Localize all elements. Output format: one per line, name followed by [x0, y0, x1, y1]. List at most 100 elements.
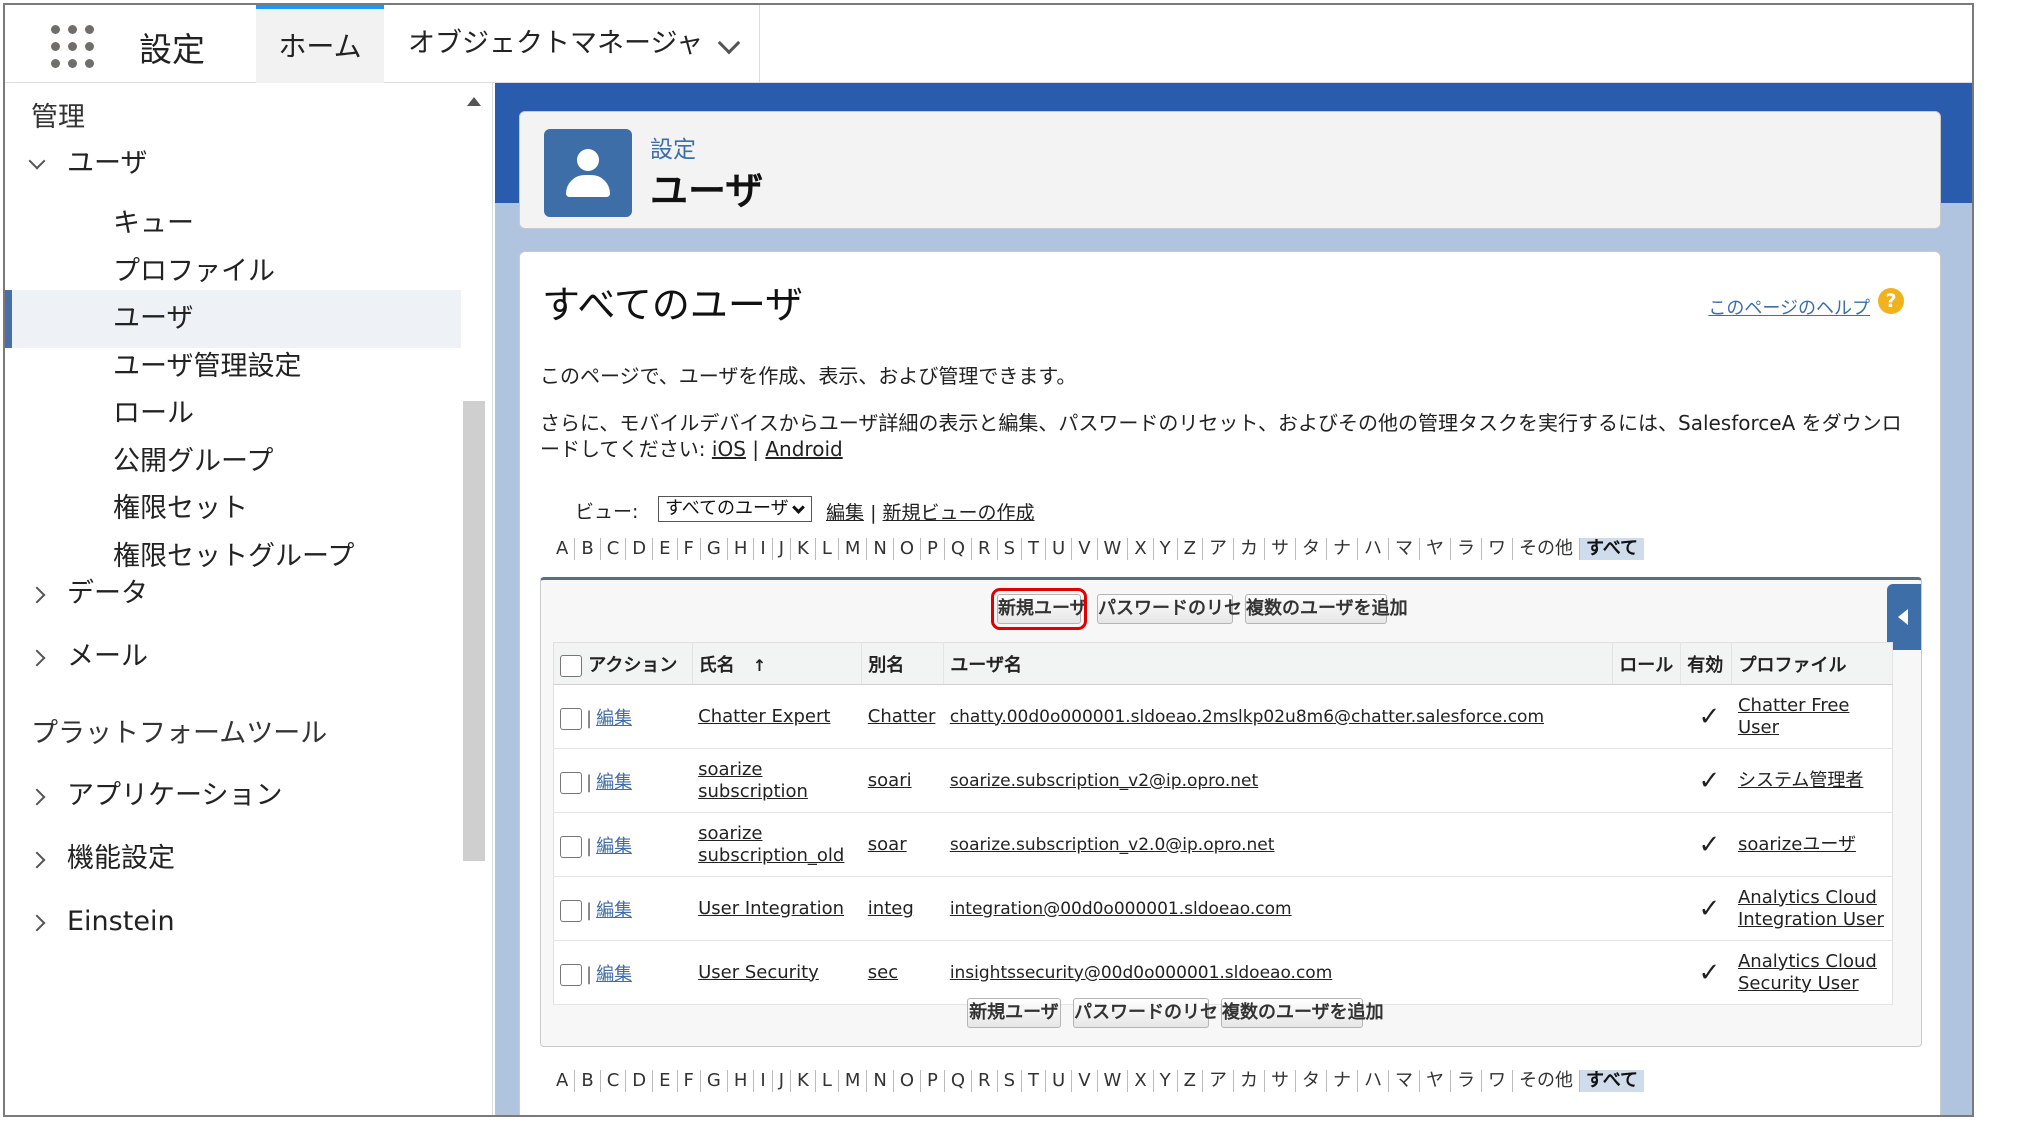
reset-password-button[interactable]: パスワードのリセット — [1097, 594, 1278, 624]
alpha-filter-link[interactable]: S — [998, 538, 1022, 560]
sidebar-item-users-group[interactable]: ユーザ — [5, 135, 461, 193]
alpha-filter-link[interactable]: X — [1128, 1070, 1154, 1092]
alpha-filter-link[interactable]: カ — [1234, 538, 1266, 560]
alpha-filter-link[interactable]: B — [575, 538, 601, 560]
alpha-filter-link[interactable]: O — [894, 1070, 922, 1092]
alpha-filter-link[interactable]: ナ — [1327, 1070, 1359, 1092]
reset-password-button-bottom[interactable]: パスワードのリセット — [1073, 998, 1254, 1028]
alpha-filter-link[interactable]: C — [601, 1070, 627, 1092]
android-link[interactable]: Android — [765, 437, 842, 461]
alpha-filter-link[interactable]: すべて — [1580, 1070, 1645, 1092]
user-username-link[interactable]: soarize.subscription_v2@ip.opro.net — [943, 748, 1613, 813]
alpha-filter-link[interactable]: J — [773, 538, 791, 560]
user-name-link[interactable]: Chatter Expert — [692, 684, 862, 749]
alpha-filter-link[interactable]: N — [867, 1070, 894, 1092]
tab-object-manager[interactable]: オブジェクトマネージャ — [384, 5, 760, 83]
alpha-filter-link[interactable]: M — [839, 1070, 868, 1092]
alpha-filter-link[interactable]: W — [1098, 1070, 1129, 1092]
help-icon[interactable]: ? — [1878, 288, 1904, 314]
sidebar-scrollbar[interactable] — [463, 91, 485, 1115]
alpha-filter-link[interactable]: R — [972, 538, 998, 560]
sidebar-item-features[interactable]: 機能設定 — [5, 830, 461, 888]
user-alias[interactable]: sec — [861, 940, 944, 1005]
alpha-filter-link[interactable]: ハ — [1358, 1070, 1390, 1092]
user-profile-link[interactable]: システム管理者 — [1731, 748, 1893, 813]
alpha-filter-link[interactable]: V — [1072, 538, 1098, 560]
view-edit-link[interactable]: 編集 — [826, 502, 864, 524]
alpha-filter-link[interactable]: I — [754, 1070, 773, 1092]
alpha-filter-link[interactable]: M — [839, 538, 868, 560]
alpha-filter-link[interactable]: カ — [1234, 1070, 1266, 1092]
alpha-filter-link[interactable]: T — [1022, 1070, 1046, 1092]
alpha-filter-link[interactable]: X — [1128, 538, 1154, 560]
alpha-filter-link[interactable]: ナ — [1327, 538, 1359, 560]
alpha-filter-link[interactable]: U — [1046, 538, 1073, 560]
alpha-filter-link[interactable]: P — [921, 538, 945, 560]
tab-home[interactable]: ホーム — [256, 5, 384, 83]
alpha-filter-link[interactable]: Z — [1178, 538, 1204, 560]
sidebar-item-data[interactable]: データ — [5, 565, 461, 623]
alpha-filter-link[interactable]: V — [1072, 1070, 1098, 1092]
user-name-link[interactable]: soarize subscription — [692, 748, 862, 813]
alpha-filter-link[interactable]: Y — [1154, 538, 1178, 560]
header-role[interactable]: ロール — [1612, 642, 1682, 685]
alpha-filter-link[interactable]: B — [575, 1070, 601, 1092]
alpha-filter-link[interactable]: A — [550, 538, 576, 560]
alpha-filter-link[interactable]: J — [773, 1070, 791, 1092]
header-name[interactable]: 氏名 ↑ — [692, 642, 863, 685]
user-profile-link[interactable]: Analytics Cloud Integration User — [1731, 876, 1893, 941]
collapse-tab-icon[interactable] — [1887, 584, 1921, 650]
user-alias[interactable]: Chatter — [861, 684, 944, 749]
view-new-link[interactable]: 新規ビューの作成 — [883, 502, 1035, 524]
select-all-checkbox[interactable] — [560, 654, 582, 677]
user-username-link[interactable]: integration@00d0o000001.sldoeao.com — [943, 876, 1613, 941]
user-name-link[interactable]: User Integration — [692, 876, 862, 941]
alpha-filter-link[interactable]: Y — [1154, 1070, 1178, 1092]
alpha-filter-link[interactable]: ヤ — [1420, 538, 1452, 560]
ios-link[interactable]: iOS — [712, 437, 746, 461]
row-checkbox[interactable] — [560, 771, 582, 794]
user-username-link[interactable]: chatty.00d0o000001.sldoeao.2mslkp02u8m6@… — [943, 684, 1613, 749]
app-launcher-icon[interactable] — [51, 25, 97, 71]
alpha-filter-link[interactable]: タ — [1296, 538, 1328, 560]
alpha-filter-link[interactable]: マ — [1389, 538, 1421, 560]
user-name-link[interactable]: soarize subscription_old — [692, 812, 862, 877]
user-profile-link[interactable]: Chatter Free User — [1731, 684, 1893, 749]
alpha-filter-link[interactable]: N — [867, 538, 894, 560]
alpha-filter-link[interactable]: ワ — [1482, 538, 1514, 560]
alpha-filter-link[interactable]: ア — [1203, 1070, 1235, 1092]
alpha-filter-link[interactable]: サ — [1265, 538, 1297, 560]
edit-link[interactable]: 編集 — [596, 772, 632, 793]
alpha-filter-link[interactable]: T — [1022, 538, 1046, 560]
user-name-link[interactable]: User Security — [692, 940, 862, 1005]
header-alias[interactable]: 別名 — [861, 642, 945, 685]
row-checkbox[interactable] — [560, 835, 582, 858]
alpha-filter-link[interactable]: すべて — [1580, 538, 1645, 560]
alpha-filter-link[interactable]: ハ — [1358, 538, 1390, 560]
alpha-filter-link[interactable]: K — [791, 1070, 816, 1092]
row-checkbox[interactable] — [560, 899, 582, 922]
user-username-link[interactable]: soarize.subscription_v2.0@ip.opro.net — [943, 812, 1613, 877]
user-username-link[interactable]: insightssecurity@00d0o000001.sldoeao.com — [943, 940, 1613, 1005]
alpha-filter-link[interactable]: D — [626, 1070, 654, 1092]
edit-link[interactable]: 編集 — [596, 708, 632, 729]
alpha-filter-link[interactable]: E — [653, 1070, 678, 1092]
alpha-filter-link[interactable]: I — [754, 538, 773, 560]
alpha-filter-link[interactable]: ラ — [1451, 538, 1483, 560]
sidebar-item-einstein[interactable]: Einstein — [5, 893, 461, 951]
breadcrumb[interactable]: 設定 — [650, 130, 696, 164]
user-profile-link[interactable]: soarizeユーザ — [1731, 812, 1893, 877]
alpha-filter-link[interactable]: ア — [1203, 538, 1235, 560]
alpha-filter-link[interactable]: D — [626, 538, 654, 560]
sidebar-item-mail[interactable]: メール — [5, 628, 461, 686]
alpha-filter-link[interactable]: Z — [1178, 1070, 1204, 1092]
alpha-filter-link[interactable]: O — [894, 538, 922, 560]
alpha-filter-link[interactable]: Q — [945, 1070, 973, 1092]
alpha-filter-link[interactable]: U — [1046, 1070, 1073, 1092]
row-checkbox[interactable] — [560, 707, 582, 730]
header-profile[interactable]: プロファイル — [1731, 642, 1893, 685]
user-alias[interactable]: integ — [861, 876, 944, 941]
user-alias[interactable]: soar — [861, 812, 944, 877]
alpha-filter-link[interactable]: H — [728, 1070, 755, 1092]
alpha-filter-link[interactable]: その他 — [1513, 1070, 1581, 1092]
